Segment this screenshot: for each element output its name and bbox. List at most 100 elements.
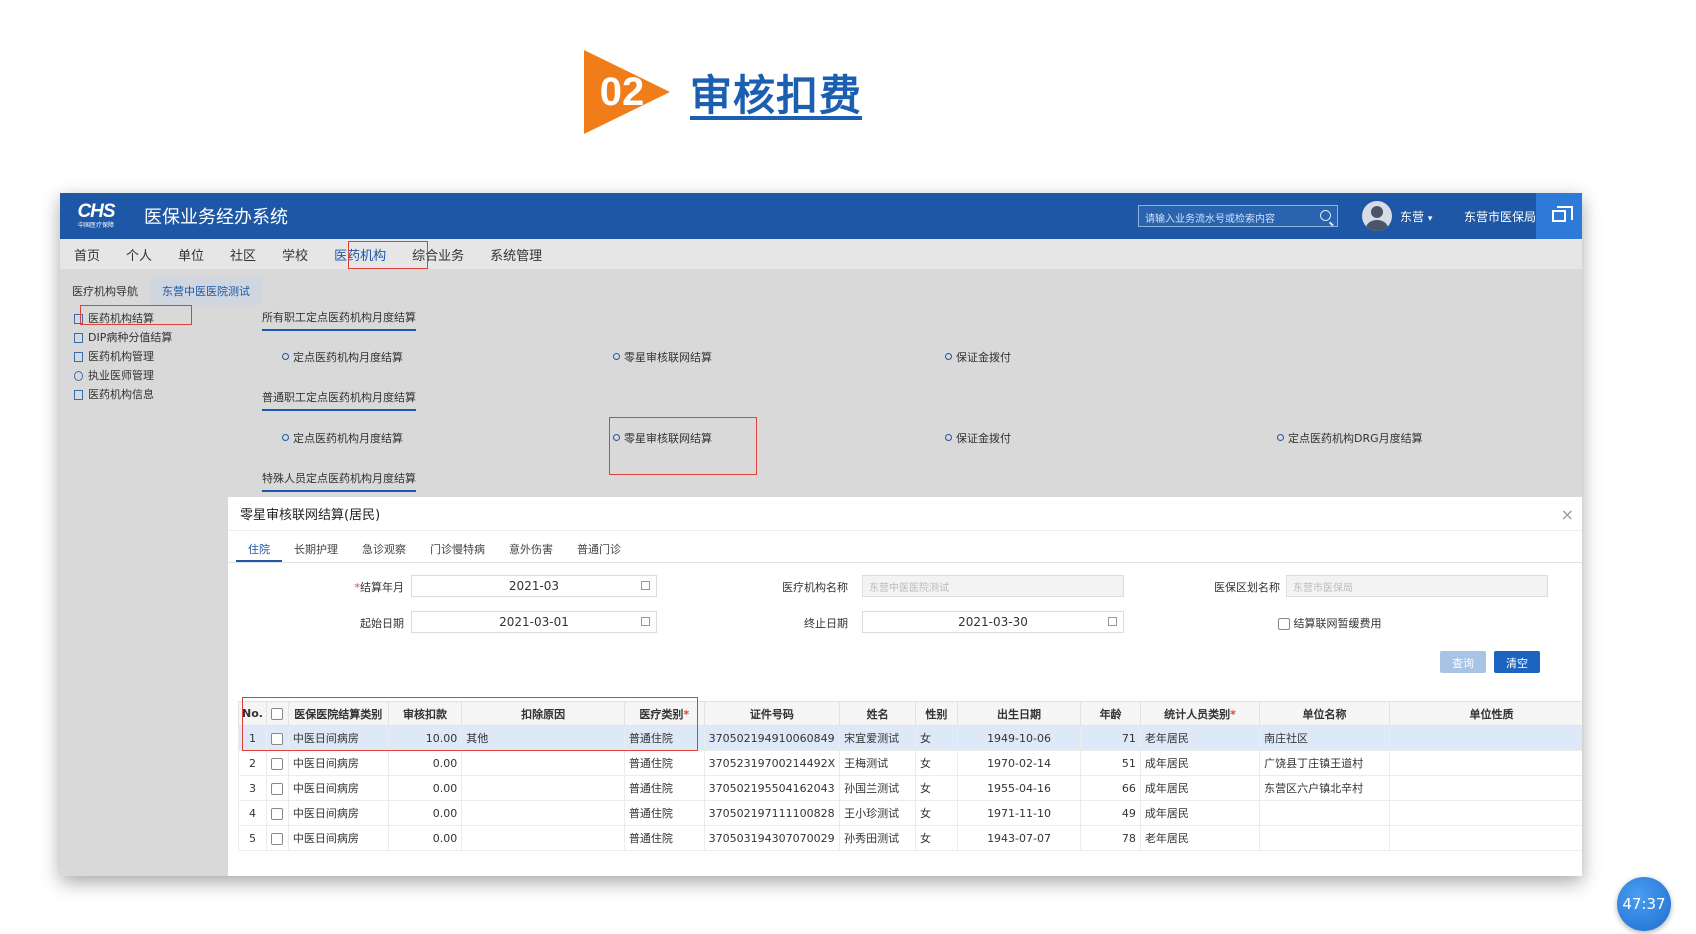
nav-school[interactable]: 学校: [282, 245, 308, 264]
cell-unit-nature: [1388, 775, 1582, 801]
tab-inpatient[interactable]: 住院: [236, 531, 282, 562]
cell-unit-nature: [1388, 725, 1582, 751]
window-switch-button[interactable]: [1536, 193, 1582, 239]
nav-community[interactable]: 社区: [230, 245, 256, 264]
deferred-fee-option[interactable]: 结算联网暂缓费用: [1278, 615, 1382, 631]
cell-gender: 女: [915, 825, 958, 851]
table-row[interactable]: 4 中医日间病房 0.00 普通住院 370502197111100828 王小…: [238, 800, 1582, 826]
cell-deduction[interactable]: 0.00: [387, 775, 463, 801]
cell-id-number: 370502197111100828: [703, 800, 841, 826]
tree-item-doctor[interactable]: 执业医师管理: [74, 366, 172, 385]
slide-title: 审核扣费: [690, 70, 863, 120]
cell-unit-name: [1259, 825, 1390, 851]
cell-reason[interactable]: [461, 750, 625, 776]
cell-medical-type: 普通住院: [623, 800, 705, 826]
tree-item-org-info[interactable]: 医药机构信息: [74, 385, 172, 404]
app-title: 医保业务经办系统: [144, 207, 288, 228]
col-unit-name: 单位名称: [1259, 701, 1390, 726]
cell-reason[interactable]: [461, 800, 625, 826]
nav-system[interactable]: 系统管理: [490, 245, 542, 264]
link-deposit[interactable]: 保证金拨付: [945, 430, 1011, 446]
settle-month-label: *结算年月: [328, 579, 405, 595]
query-button[interactable]: 查询: [1440, 651, 1486, 673]
cell-birth-date: 1943-07-07: [956, 825, 1082, 851]
row-checkbox[interactable]: [271, 782, 284, 795]
row-checkbox[interactable]: [271, 757, 284, 770]
search-input[interactable]: 请输入业务流水号或检索内容: [1138, 205, 1338, 227]
link-monthly-settlement[interactable]: 定点医药机构月度结算: [282, 349, 403, 365]
link-sporadic-audit[interactable]: 零星审核联网结算: [613, 349, 712, 365]
cell-select[interactable]: [265, 800, 289, 826]
tab-org-test[interactable]: 东营中医医院测试: [150, 277, 262, 305]
logo: CHS 中国医疗保障: [70, 202, 122, 230]
nav-unit[interactable]: 单位: [178, 245, 204, 264]
cell-reason[interactable]: [461, 775, 625, 801]
cell-deduction[interactable]: 0.00: [387, 750, 463, 776]
user-menu[interactable]: 东营 ▾: [1400, 208, 1432, 225]
cell-settle-type: 中医日间病房: [287, 750, 389, 776]
search-icon[interactable]: [1320, 210, 1331, 221]
link-monthly-settlement[interactable]: 定点医药机构月度结算: [282, 430, 403, 446]
logo-text: CHS: [77, 201, 115, 222]
field-value: 2021-03: [508, 579, 560, 593]
tree-item-dip[interactable]: DIP病种分值结算: [74, 328, 172, 347]
start-date-field[interactable]: 2021-03-01: [411, 611, 657, 633]
cell-id-number: 370502195504162043: [703, 775, 841, 801]
cell-birth-date: 1970-02-14: [956, 750, 1082, 776]
cell-select[interactable]: [265, 750, 289, 776]
cell-unit-nature: [1388, 750, 1582, 776]
cell-unit-nature: [1388, 825, 1582, 851]
settlement-dialog: 零星审核联网结算(居民) × 住院 长期护理 急诊观察 门诊慢特病 意外伤害 普…: [228, 497, 1582, 876]
section-title: 所有职工定点医药机构月度结算: [262, 309, 416, 331]
settle-month-field[interactable]: 2021-03: [411, 575, 657, 597]
avatar[interactable]: [1362, 201, 1392, 231]
tree-item-label: DIP病种分值结算: [88, 331, 173, 344]
tab-nav[interactable]: 医疗机构导航: [60, 277, 150, 305]
cell-gender: 女: [915, 800, 958, 826]
calendar-icon[interactable]: [641, 617, 650, 626]
row-checkbox[interactable]: [271, 807, 284, 820]
cell-birth-date: 1949-10-06: [956, 725, 1082, 751]
dialog-title: 零星审核联网结算(居民): [228, 497, 1582, 531]
tab-emergency[interactable]: 急诊观察: [350, 531, 418, 562]
tree-item-org-manage[interactable]: 医药机构管理: [74, 347, 172, 366]
calendar-icon[interactable]: [641, 581, 650, 590]
cell-age: 49: [1080, 800, 1141, 826]
checkbox-label: 结算联网暂缓费用: [1293, 617, 1382, 630]
cell-deduction[interactable]: 0.00: [387, 800, 463, 826]
region-label: 医保区划名称: [1214, 581, 1280, 594]
cell-deduction[interactable]: 0.00: [387, 825, 463, 851]
link-drg-settlement[interactable]: 定点医药机构DRG月度结算: [1277, 430, 1423, 446]
nav-home[interactable]: 首页: [74, 245, 100, 264]
table-row[interactable]: 3 中医日间病房 0.00 普通住院 370502195504162043 孙国…: [238, 775, 1582, 801]
search-placeholder: 请输入业务流水号或检索内容: [1145, 214, 1275, 225]
nav-personal[interactable]: 个人: [126, 245, 152, 264]
cell-gender: 女: [915, 725, 958, 751]
end-date-field[interactable]: 2021-03-30: [862, 611, 1124, 633]
tree-item-label: 医药机构信息: [88, 388, 154, 401]
table-row[interactable]: 2 中医日间病房 0.00 普通住院 37052319700214492X 王梅…: [238, 750, 1582, 776]
cell-id-number: 37052319700214492X: [703, 750, 841, 776]
tab-chronic[interactable]: 门诊慢特病: [418, 531, 497, 562]
cell-select[interactable]: [265, 775, 289, 801]
close-icon[interactable]: ×: [1561, 505, 1574, 524]
cell-unit-name: [1259, 800, 1390, 826]
row-checkbox[interactable]: [271, 832, 284, 845]
org-name-label: 医疗机构名称: [782, 581, 848, 594]
link-deposit[interactable]: 保证金拨付: [945, 349, 1011, 365]
tab-accident[interactable]: 意外伤害: [497, 531, 565, 562]
slide-number: 02: [599, 70, 645, 114]
cell-unit-nature: [1388, 800, 1582, 826]
highlight-box: [242, 697, 698, 751]
header-text: 统计人员类别: [1164, 707, 1231, 721]
clear-button[interactable]: 清空: [1494, 651, 1540, 673]
tab-long-term-care[interactable]: 长期护理: [282, 531, 350, 562]
deferred-fee-checkbox[interactable]: [1278, 618, 1290, 630]
tree-item-label: 执业医师管理: [88, 369, 154, 382]
calendar-icon[interactable]: [1108, 617, 1117, 626]
cell-select[interactable]: [265, 825, 289, 851]
tab-outpatient[interactable]: 普通门诊: [565, 531, 633, 562]
cell-reason[interactable]: [461, 825, 625, 851]
cell-id-number: 370503194307070029: [703, 825, 841, 851]
table-row[interactable]: 5 中医日间病房 0.00 普通住院 370503194307070029 孙秀…: [238, 825, 1582, 851]
